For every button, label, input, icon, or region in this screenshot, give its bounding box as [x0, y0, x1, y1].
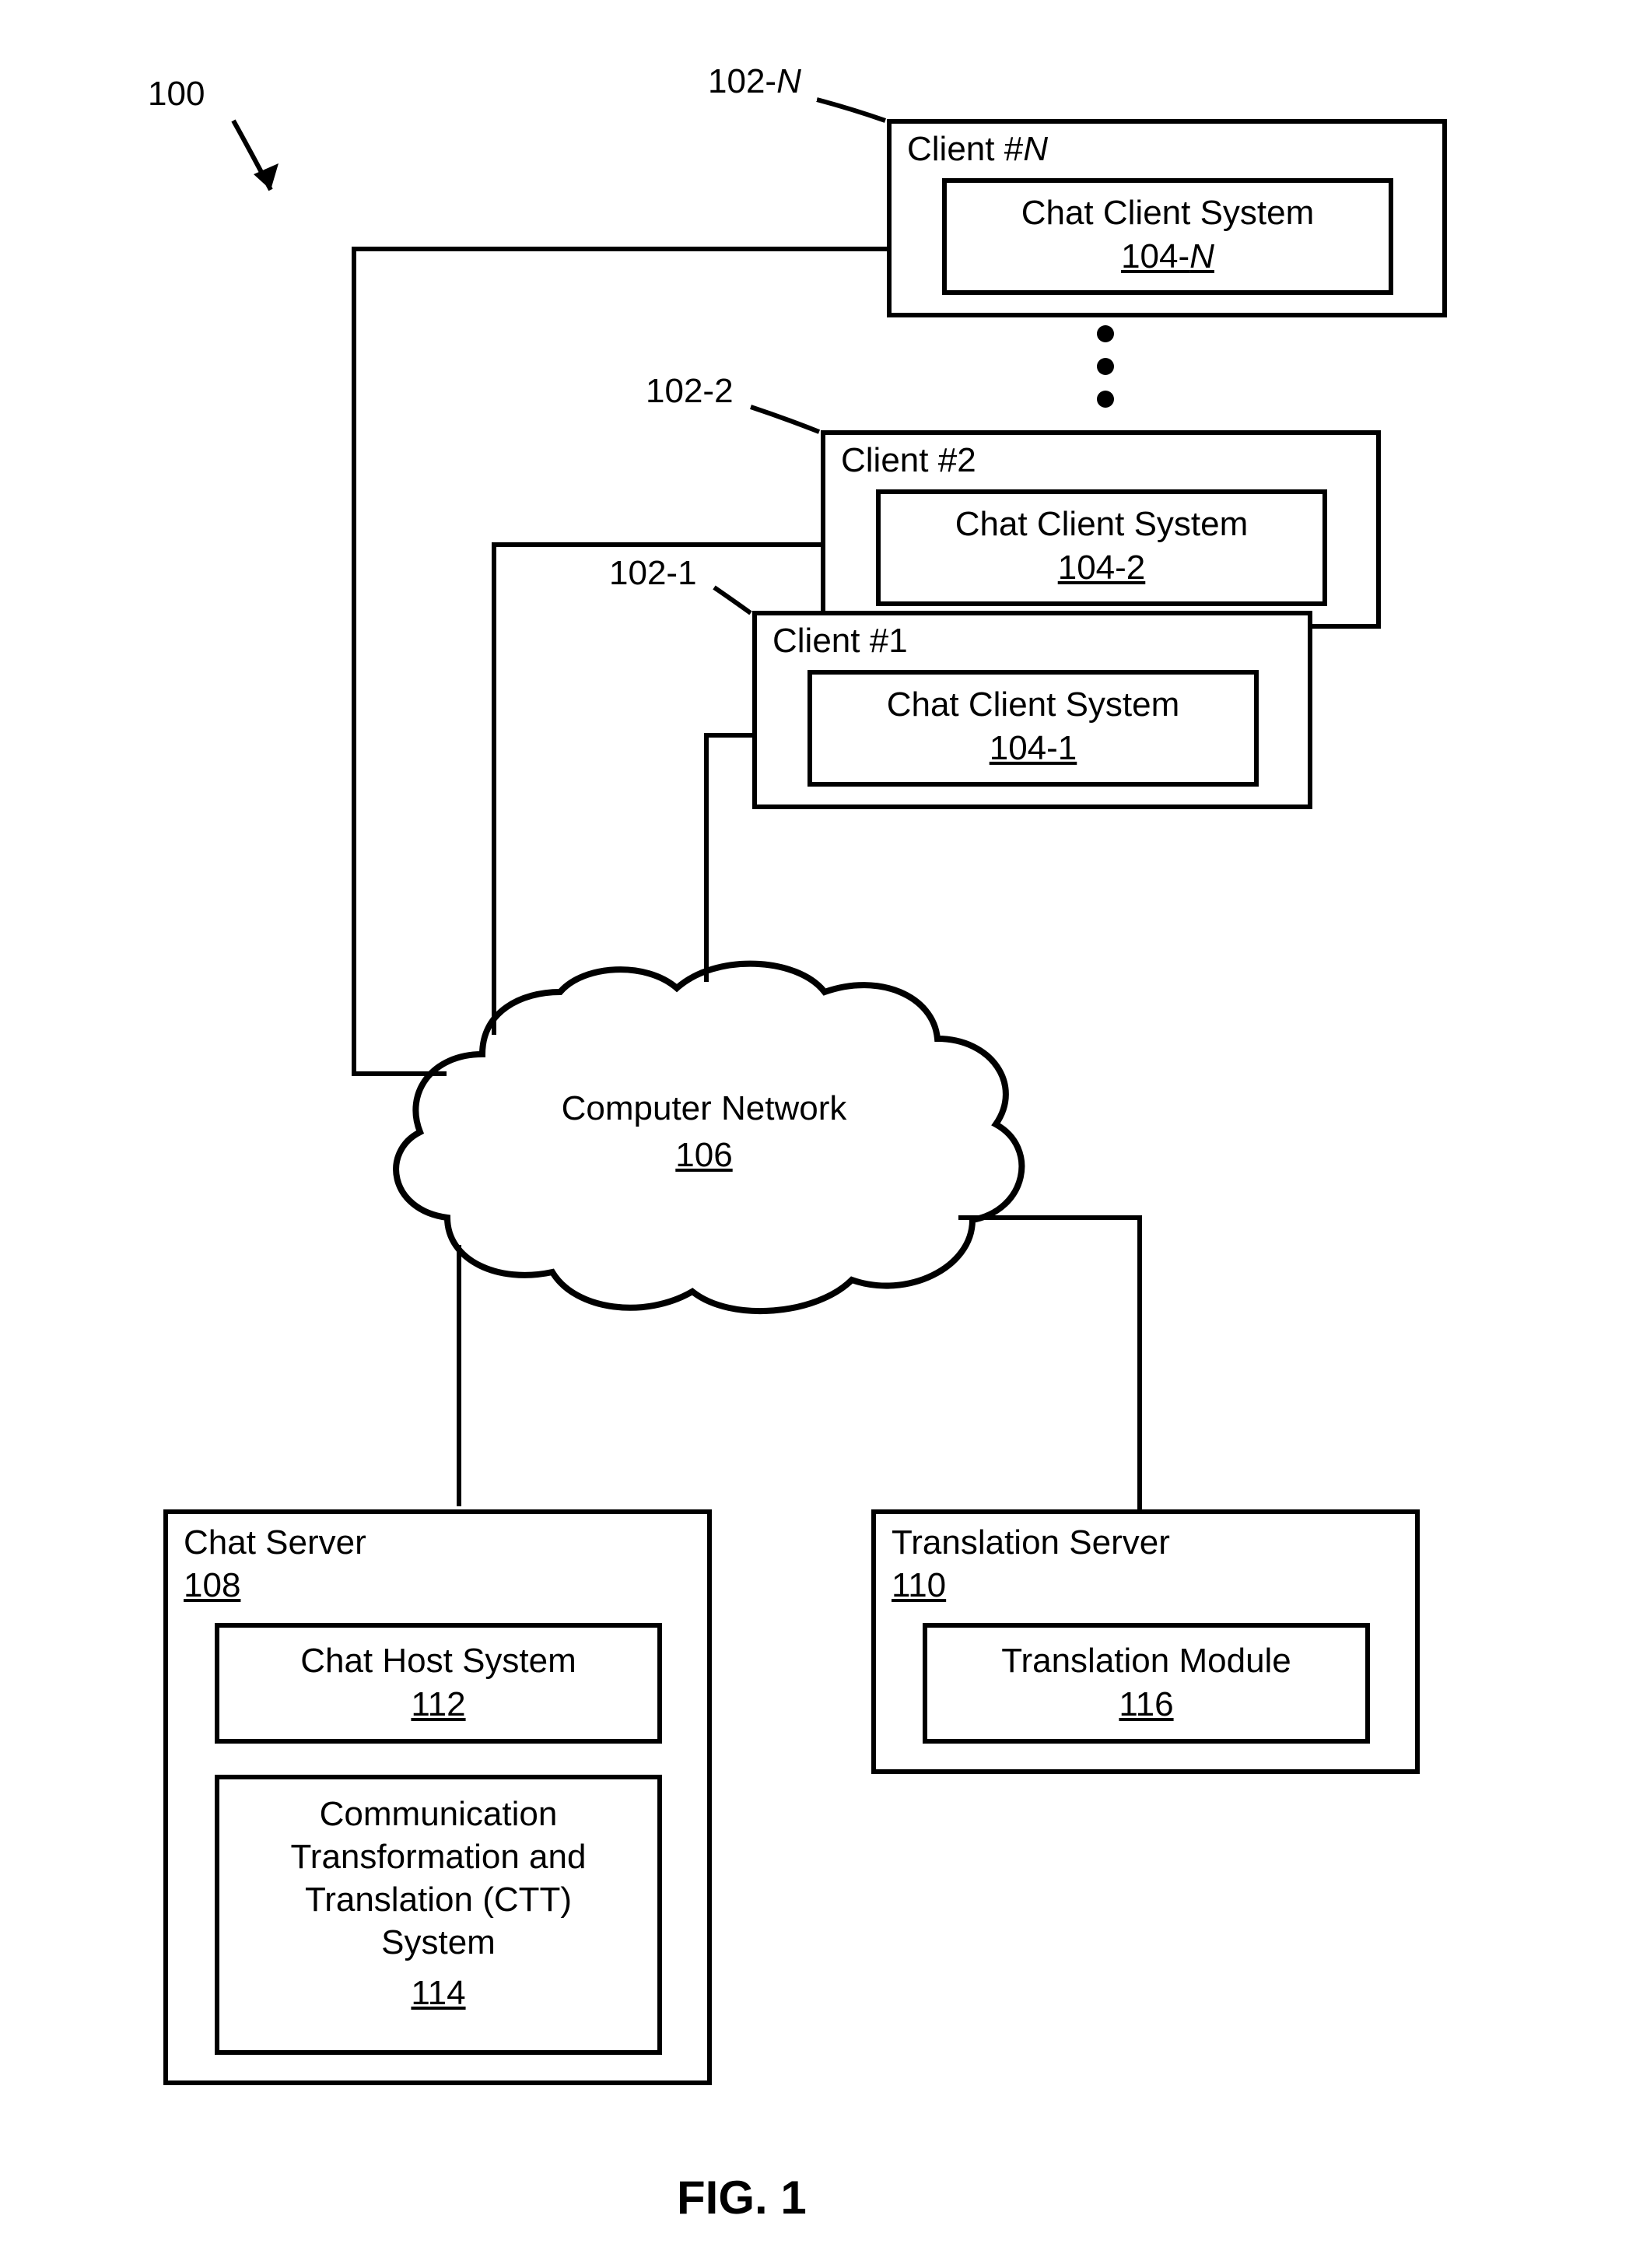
- translation-module-box: Translation Module 116: [923, 1623, 1370, 1744]
- ellipsis-dot: [1097, 391, 1114, 408]
- ellipsis-dot: [1097, 325, 1114, 342]
- client-n-title: Client #N: [907, 130, 1048, 170]
- client-2-callout: 102-2: [646, 372, 734, 411]
- ellipsis-dot: [1097, 358, 1114, 375]
- chat-host-box: Chat Host System 112: [215, 1623, 662, 1744]
- translation-server-ref: 110: [892, 1566, 946, 1606]
- client-1-inner-title: Chat Client System: [812, 685, 1254, 724]
- client-n-callout-final: 102-N: [708, 62, 801, 101]
- figure-ref-100: 100: [148, 75, 205, 114]
- ctt-ref: 114: [219, 1974, 657, 2013]
- client-1-callout: 102-1: [609, 554, 697, 593]
- client-2-inner-ref: 104-2: [881, 549, 1322, 587]
- translation-server-box: Translation Server 110 Translation Modul…: [871, 1509, 1420, 1774]
- network-title: Computer Network: [482, 1089, 926, 1129]
- translation-module-ref: 116: [927, 1685, 1365, 1724]
- chat-server-box: Chat Server 108 Chat Host System 112 Com…: [163, 1509, 712, 2085]
- client-n-box: Client #N Chat Client System 104-N: [887, 119, 1447, 317]
- translation-server-title: Translation Server: [892, 1523, 1170, 1563]
- ctt-line2: Transformation and: [219, 1838, 657, 1877]
- ctt-box: Communication Transformation and Transla…: [215, 1775, 662, 2055]
- ctt-line4: System: [219, 1923, 657, 1962]
- chat-server-ref: 108: [184, 1566, 240, 1606]
- client-n-title-prefix: Client #: [907, 130, 1023, 168]
- client-2-inner-box: Chat Client System 104-2: [876, 489, 1327, 606]
- network-ref: 106: [482, 1136, 926, 1176]
- chat-host-ref: 112: [219, 1685, 657, 1724]
- chat-server-title: Chat Server: [184, 1523, 366, 1563]
- client-n-inner-ref: 104-N: [947, 237, 1389, 276]
- client-1-inner-box: Chat Client System 104-1: [807, 670, 1259, 787]
- client-2-box: Client #2 Chat Client System 104-2: [821, 430, 1381, 629]
- client-2-inner-title: Chat Client System: [881, 505, 1322, 544]
- client-2-title: Client #2: [841, 441, 976, 481]
- client-1-inner-ref: 104-1: [812, 729, 1254, 768]
- chat-host-title: Chat Host System: [219, 1642, 657, 1681]
- diagram-canvas: 100 Client #N Chat Client: [0, 0, 1629, 2268]
- ctt-line1: Communication: [219, 1795, 657, 1834]
- client-1-title: Client #1: [772, 622, 908, 661]
- ctt-line3: Translation (CTT): [219, 1881, 657, 1919]
- translation-module-title: Translation Module: [927, 1642, 1365, 1681]
- client-n-inner-title: Chat Client System: [947, 194, 1389, 233]
- client-n-title-suffix: N: [1023, 130, 1048, 168]
- client-n-inner-box: Chat Client System 104-N: [942, 178, 1393, 295]
- figure-caption: FIG. 1: [677, 2171, 807, 2224]
- client-1-box: Client #1 Chat Client System 104-1: [752, 611, 1312, 809]
